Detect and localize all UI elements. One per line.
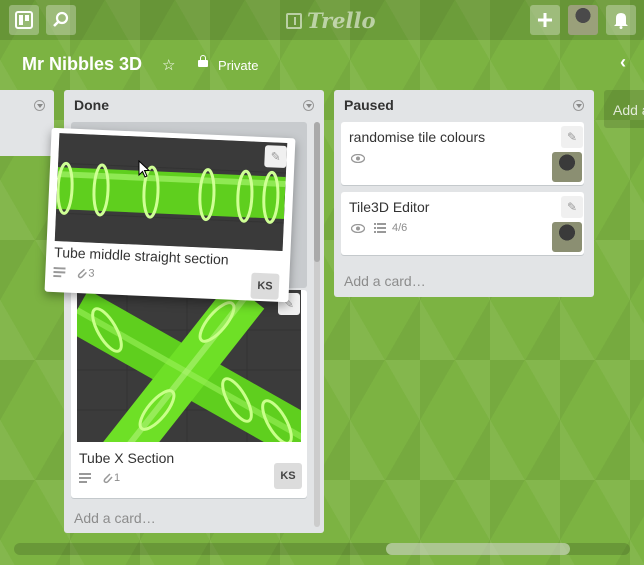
description-icon xyxy=(53,266,66,278)
card-title: Tube X Section xyxy=(79,450,175,466)
board-title[interactable]: Mr Nibbles 3D xyxy=(22,54,142,75)
list-paused: Paused randomise tile colours ✎ Tile3D E… xyxy=(334,90,594,297)
trello-logo-icon xyxy=(286,12,302,29)
board-scrollbar-thumb[interactable] xyxy=(386,543,570,555)
checklist-count: 4/6 xyxy=(392,222,408,234)
card-title: Tube middle straight section xyxy=(53,243,230,268)
description-icon xyxy=(79,473,91,483)
list-title[interactable]: Done xyxy=(74,97,109,113)
card-title: randomise tile colours xyxy=(349,129,486,145)
logo-text: Trello xyxy=(307,8,376,33)
add-card-link[interactable]: Add a card… xyxy=(344,273,426,289)
list-scrollbar[interactable] xyxy=(314,122,320,527)
search-icon xyxy=(53,11,69,27)
list-menu-icon[interactable] xyxy=(34,100,45,111)
edit-card-icon[interactable]: ✎ xyxy=(561,196,583,218)
boards-icon xyxy=(15,11,33,29)
attachment-count: 3 xyxy=(88,267,95,280)
attachment-icon xyxy=(77,268,87,279)
edit-card-icon[interactable]: ✎ xyxy=(561,126,583,148)
user-avatar[interactable] xyxy=(568,5,598,35)
attachment-count: 1 xyxy=(114,472,121,484)
mouse-cursor-icon xyxy=(138,160,150,178)
checklist-icon xyxy=(374,223,386,233)
card-tube-x-section[interactable]: ✎ Tube X Section 1 KS xyxy=(71,290,307,498)
card-badges: 4/6 xyxy=(351,222,410,234)
visibility-label[interactable]: Private xyxy=(218,58,258,73)
card-cover-image xyxy=(54,133,288,251)
plus-icon xyxy=(538,13,552,27)
search-button[interactable] xyxy=(46,5,76,35)
member-initials[interactable]: KS xyxy=(250,272,280,300)
list-scrollbar-thumb[interactable] xyxy=(314,122,320,262)
member-avatar[interactable] xyxy=(552,222,582,252)
member-initials[interactable]: KS xyxy=(274,463,302,489)
card-tile3d-editor[interactable]: Tile3D Editor ✎ 4/6 xyxy=(341,192,584,255)
member-avatar[interactable] xyxy=(552,152,582,182)
card-badges: 3 xyxy=(53,266,98,280)
list-partial-left xyxy=(0,90,54,156)
card-cover-image xyxy=(77,290,301,442)
list-menu-icon[interactable] xyxy=(573,100,584,111)
add-card-link[interactable]: Add a card… xyxy=(74,510,156,526)
card-randomise-tile-colours[interactable]: randomise tile colours ✎ xyxy=(341,122,584,185)
card-tube-middle-straight-dragging[interactable]: ✎ Tube middle straight section 3 KS xyxy=(44,127,296,303)
lock-icon xyxy=(198,55,208,67)
list-menu-icon[interactable] xyxy=(303,100,314,111)
list-title[interactable]: Paused xyxy=(344,97,394,113)
watching-eye-icon xyxy=(351,154,365,163)
edit-card-icon[interactable]: ✎ xyxy=(264,145,288,169)
watching-eye-icon xyxy=(351,223,365,233)
add-list-button[interactable]: Add a xyxy=(604,90,644,128)
notifications-button[interactable] xyxy=(606,5,636,35)
card-title: Tile3D Editor xyxy=(349,199,430,215)
card-badges: 1 xyxy=(79,472,123,484)
boards-button[interactable] xyxy=(9,5,39,35)
star-icon[interactable]: ☆ xyxy=(162,56,175,74)
collapse-sidebar-icon[interactable]: ‹ xyxy=(620,52,626,73)
add-list-label: Add a xyxy=(613,102,644,118)
add-button[interactable] xyxy=(530,5,560,35)
trello-logo[interactable]: Trello xyxy=(286,8,376,33)
card-badges xyxy=(351,154,365,163)
bell-icon xyxy=(614,13,628,29)
attachment-icon xyxy=(103,473,113,484)
